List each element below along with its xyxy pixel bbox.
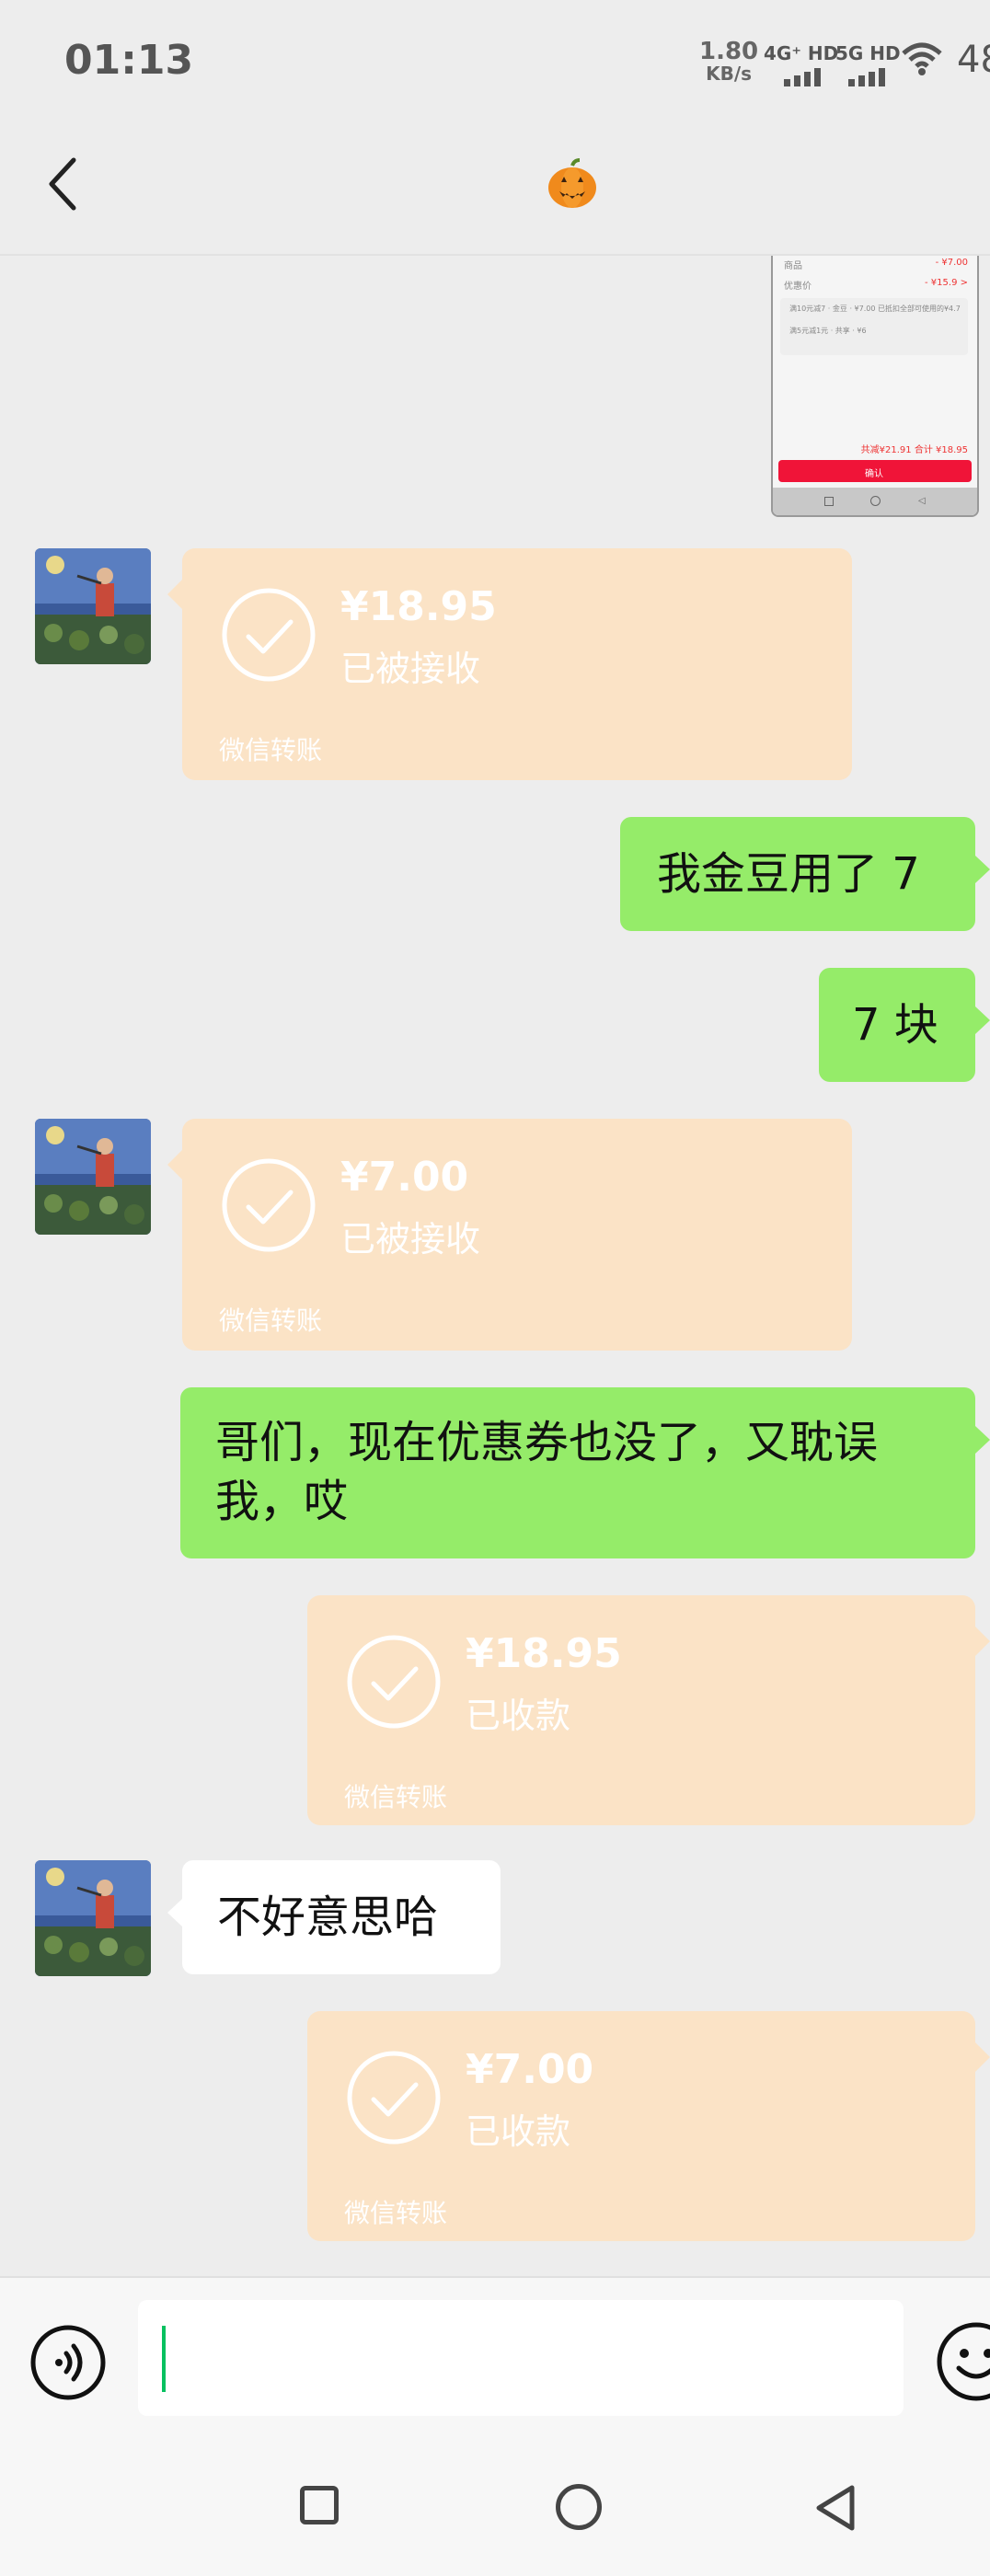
- transfer-card[interactable]: ¥7.00 已被接收 微信转账: [167, 1119, 852, 1351]
- transfer-card[interactable]: ¥18.95 已收款 微信转账: [307, 1595, 990, 1825]
- contact-title-pumpkin-icon: [548, 158, 596, 208]
- transfer-status: 已被接收: [340, 1219, 481, 1259]
- transfer-card[interactable]: ¥18.95 已被接收 微信转账: [167, 548, 852, 780]
- image-message-thumbnail[interactable]: 商品 - ¥7.00 优惠价 - ¥15.9 > 满10元减7 · 金豆 · ¥…: [771, 256, 979, 517]
- nav-back-triangle-icon[interactable]: [812, 2482, 859, 2534]
- status-time: 01:13: [64, 37, 194, 84]
- message-bubble[interactable]: 我金豆用了 7: [620, 817, 990, 931]
- message-text-line1: 哥们，现在优惠券也没了，又耽误: [215, 1417, 879, 1468]
- thumb-confirm: 确认: [865, 469, 883, 479]
- check-circle-icon: [222, 1158, 316, 1252]
- recent-apps-square-icon[interactable]: [300, 2486, 339, 2524]
- text-cursor: [162, 2326, 166, 2392]
- transfer-status: 已收款: [466, 1696, 571, 1736]
- signal-bars-icon: [784, 66, 838, 86]
- contact-avatar[interactable]: [35, 548, 151, 664]
- signal-4g-label: 4G⁺ HD: [764, 42, 839, 64]
- battery-level: 48: [957, 39, 990, 81]
- message-input[interactable]: [138, 2300, 904, 2416]
- message-text: 7 块: [852, 999, 938, 1051]
- network-speed-unit: KB/s: [706, 63, 753, 85]
- thumb-row4: 满5元减1元 · 共享 · ¥6: [789, 327, 867, 335]
- signal-5g-label: 5G HD: [835, 42, 901, 64]
- transfer-status: 已被接收: [340, 649, 481, 689]
- emoji-icon[interactable]: [935, 2320, 990, 2403]
- thumb-row1-right: - ¥7.00: [935, 258, 968, 268]
- wifi-icon: [902, 42, 942, 75]
- message-text: 我金豆用了 7: [657, 848, 920, 900]
- transfer-amount: ¥7.00: [466, 2046, 594, 2093]
- network-speed-value: 1.80: [699, 38, 759, 65]
- home-circle-icon[interactable]: [556, 2484, 602, 2530]
- network-speed: 1.80 KB/s: [699, 40, 758, 85]
- transfer-amount: ¥18.95: [466, 1630, 622, 1677]
- thumb-row1-left: 商品: [784, 261, 802, 271]
- transfer-footer: 微信转账: [219, 1305, 323, 1336]
- transfer-footer: 微信转账: [344, 2198, 448, 2228]
- thumb-total: 共减¥21.91 合计 ¥18.95: [860, 445, 968, 455]
- thumb-row2-right: - ¥15.9 >: [925, 278, 968, 288]
- message-bubble[interactable]: 7 块: [819, 968, 990, 1082]
- check-circle-icon: [222, 588, 316, 682]
- transfer-amount: ¥7.00: [340, 1154, 469, 1201]
- check-circle-icon: [347, 2051, 441, 2145]
- message-text: 不好意思哈: [217, 1892, 439, 1943]
- message-bubble[interactable]: 不好意思哈: [167, 1860, 501, 1974]
- transfer-card[interactable]: ¥7.00 已收款 微信转账: [307, 2011, 990, 2241]
- transfer-footer: 微信转账: [219, 735, 323, 765]
- contact-avatar[interactable]: [35, 1860, 151, 1976]
- thumb-row3: 满10元减7 · 金豆 · ¥7.00 已抵扣全部可使用的¥4.7: [789, 305, 961, 313]
- transfer-footer: 微信转账: [344, 1782, 448, 1812]
- check-circle-icon: [347, 1635, 441, 1729]
- signal-5g: 5G HD: [835, 42, 901, 86]
- signal-bars-icon: [848, 66, 901, 86]
- voice-icon[interactable]: [29, 2324, 107, 2401]
- signal-4g: 4G⁺ HD: [764, 42, 838, 86]
- transfer-amount: ¥18.95: [340, 583, 497, 630]
- message-text-line2: 我，哎: [215, 1476, 349, 1527]
- message-bubble[interactable]: 哥们，现在优惠券也没了，又耽误 我，哎: [180, 1387, 990, 1558]
- contact-avatar[interactable]: [35, 1119, 151, 1235]
- back-button[interactable]: [44, 156, 81, 212]
- transfer-status: 已收款: [466, 2111, 571, 2152]
- thumb-row2-left: 优惠价: [784, 282, 812, 292]
